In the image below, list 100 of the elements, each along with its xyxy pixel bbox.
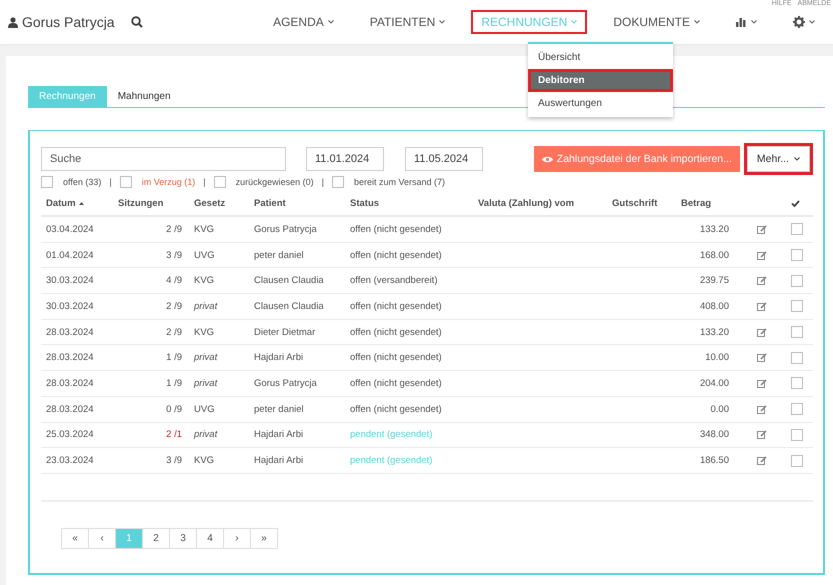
- table-cell-text: 28.03.2024: [46, 404, 95, 415]
- edit-icon[interactable]: [757, 328, 767, 337]
- table-cell-text: KVG: [194, 275, 216, 286]
- table-cell-text: Clausen Claudia: [254, 300, 325, 312]
- caret-icon: [439, 20, 446, 24]
- search-field[interactable]: Suche: [41, 147, 286, 171]
- settings-icon: [793, 16, 805, 28]
- table-cell-text: 3 /9: [165, 250, 183, 261]
- eye-icon: [542, 156, 553, 162]
- table-cell-text: offen (nicht gesendet): [350, 404, 443, 415]
- filter-label: zurückgewiesen (0): [236, 177, 314, 187]
- row-checkbox[interactable]: [791, 300, 803, 312]
- row-checkbox[interactable]: [791, 223, 803, 236]
- table-cell-text: peter daniel: [254, 404, 305, 415]
- row-checkbox[interactable]: [791, 454, 803, 467]
- more-button[interactable]: Mehr...: [744, 143, 813, 175]
- page-button[interactable]: 4: [196, 528, 224, 549]
- column-header: Status: [350, 198, 380, 209]
- table-cell-text: pendent (gesendet): [350, 455, 434, 466]
- table-cell-text: 204.00: [698, 378, 730, 389]
- user-icon: [8, 16, 18, 28]
- table-cell-text: 168.00: [698, 250, 730, 261]
- row-checkbox[interactable]: [791, 249, 803, 262]
- page-button[interactable]: 2: [142, 528, 170, 549]
- table-cell-text: 0 /9: [165, 404, 183, 415]
- table-cell-text: 348.00: [698, 429, 730, 440]
- sort-icon: [78, 202, 84, 205]
- nav-menu-item[interactable]: DOKUMENTE: [603, 10, 710, 34]
- row-checkbox[interactable]: [791, 428, 803, 441]
- edit-icon[interactable]: [757, 276, 767, 286]
- edit-icon[interactable]: [757, 224, 767, 234]
- table-cell-text: privat: [194, 352, 218, 364]
- menu-item[interactable]: Übersicht: [528, 46, 673, 69]
- separator: |: [109, 177, 112, 187]
- filter-label: offen (33): [63, 177, 102, 187]
- filter-checkbox[interactable]: [214, 176, 226, 188]
- edit-icon[interactable]: [757, 456, 767, 466]
- table-cell-text: Clausen Claudia: [254, 275, 325, 286]
- page-button[interactable]: ›: [223, 528, 251, 549]
- table-cell-text: 28.03.2024: [46, 352, 95, 364]
- caret-icon: [694, 20, 700, 24]
- search-icon[interactable]: [130, 16, 143, 28]
- table-cell-text: UVG: [194, 250, 216, 261]
- table-cell-text: 03.04.2024: [46, 224, 95, 235]
- edit-icon[interactable]: [757, 378, 767, 388]
- column-header: Valuta (Zahlung) vom: [478, 198, 576, 209]
- edit-icon[interactable]: [757, 353, 767, 362]
- table-cell-text: 2 /9: [165, 224, 183, 235]
- table-cell-text: 23.03.2024: [46, 455, 95, 466]
- table-cell-text: 30.03.2024: [46, 300, 95, 312]
- table-cell-text: peter daniel: [254, 250, 305, 261]
- separator: |: [203, 177, 206, 187]
- user-name[interactable]: Gorus Patrycja: [22, 14, 115, 30]
- separator: |: [322, 177, 324, 187]
- date-from-field[interactable]: 11.01.2024: [306, 147, 384, 171]
- row-checkbox[interactable]: [791, 403, 803, 416]
- bar-chart-icon: [736, 17, 747, 27]
- edit-icon[interactable]: [757, 302, 767, 311]
- nav-menu-item[interactable]: AGENDA: [263, 10, 344, 34]
- column-header: Gesetz: [194, 198, 226, 209]
- page-button[interactable]: 3: [169, 528, 197, 549]
- filter-checkbox[interactable]: [41, 176, 53, 188]
- table-cell-text: 10.00: [704, 352, 730, 364]
- page-button[interactable]: »: [250, 528, 278, 549]
- row-checkbox[interactable]: [791, 377, 803, 390]
- table-cell-text: 1 /9: [165, 378, 183, 389]
- table-cell-text: 408.00: [698, 300, 730, 312]
- table-cell-text: privat: [194, 429, 218, 440]
- table-cell-text: offen (versandbereit): [350, 275, 438, 286]
- table-cell-text: 28.03.2024: [46, 378, 95, 389]
- filter-checkbox[interactable]: [332, 176, 344, 188]
- table-cell-text: Gorus Patrycja: [254, 378, 318, 389]
- page-button[interactable]: «: [61, 528, 89, 549]
- edit-icon[interactable]: [757, 430, 767, 440]
- menu-item[interactable]: Auswertungen: [528, 92, 673, 115]
- table-cell-text: KVG: [194, 326, 216, 338]
- column-header: Sitzungen: [118, 198, 164, 209]
- row-checkbox[interactable]: [791, 274, 803, 287]
- column-header[interactable]: Datum: [46, 198, 118, 209]
- filter-label: bereit zum Versand (7): [354, 177, 446, 187]
- table-cell-text: 0.00: [710, 404, 730, 415]
- table-cell-text: privat: [194, 378, 218, 389]
- edit-icon[interactable]: [757, 250, 767, 260]
- table-cell-text: 4 /9: [165, 275, 183, 286]
- table-cell-text: privat: [194, 300, 218, 312]
- page-button[interactable]: ‹: [88, 528, 116, 549]
- date-to-field[interactable]: 11.05.2024: [405, 147, 483, 171]
- caret-icon: [571, 20, 578, 24]
- filter-checkbox[interactable]: [120, 176, 132, 188]
- caret-icon: [328, 20, 334, 24]
- check-icon: [791, 200, 800, 207]
- table-cell-text: 01.04.2024: [46, 250, 95, 261]
- edit-icon[interactable]: [757, 404, 767, 414]
- menu-item[interactable]: Debitoren: [528, 69, 673, 92]
- row-checkbox[interactable]: [791, 352, 803, 364]
- nav-menu-item[interactable]: PATIENTEN: [360, 10, 456, 34]
- column-header: Betrag: [681, 198, 712, 209]
- table-cell-text: 3 /9: [165, 455, 183, 466]
- row-checkbox[interactable]: [791, 326, 803, 338]
- table-cell-text: offen (nicht gesendet): [350, 224, 443, 235]
